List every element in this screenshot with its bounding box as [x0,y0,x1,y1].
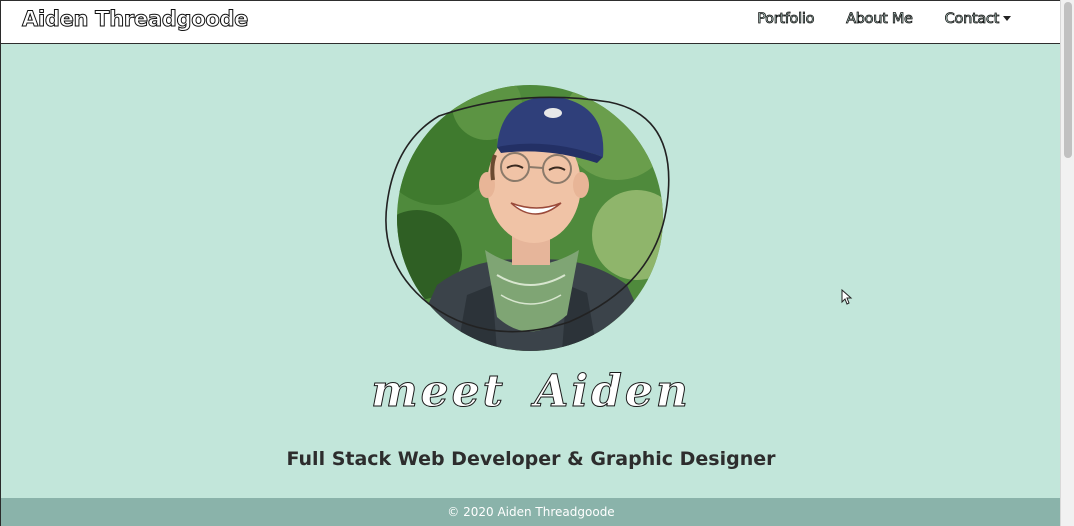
meet-heading: meet Aiden [371,366,691,418]
nav-links: Portfolio About Me Contact [757,11,1011,27]
nav-link-about-me-label: About Me [846,11,914,28]
tagline: Full Stack Web Developer & Graphic Desig… [286,448,776,470]
profile-photo [397,85,663,351]
nav-dropdown-contact[interactable]: Contact [944,11,1011,28]
nav-link-contact-label: Contact [944,11,999,28]
footer-copyright: © 2020 Aiden Threadgoode [447,505,615,519]
page: Aiden Threadgoode Portfolio About Me Con… [0,0,1060,526]
nav-link-portfolio-label: Portfolio [757,11,815,28]
caret-down-icon [1003,15,1011,21]
scrollbar-thumb[interactable] [1064,2,1072,158]
profile-photo-circle [397,85,663,351]
footer: © 2020 Aiden Threadgoode [1,498,1060,526]
mouse-pointer-icon [841,289,853,305]
vertical-scrollbar[interactable] [1060,0,1074,526]
hero-section: meet Aiden Full Stack Web Developer & Gr… [1,44,1060,498]
nav-link-about-me[interactable]: About Me [846,11,914,28]
brand-logo-link[interactable]: Aiden Threadgoode [21,7,248,32]
portrait-image [397,85,663,351]
nav-link-portfolio[interactable]: Portfolio [757,11,815,28]
navbar: Aiden Threadgoode Portfolio About Me Con… [1,0,1060,44]
